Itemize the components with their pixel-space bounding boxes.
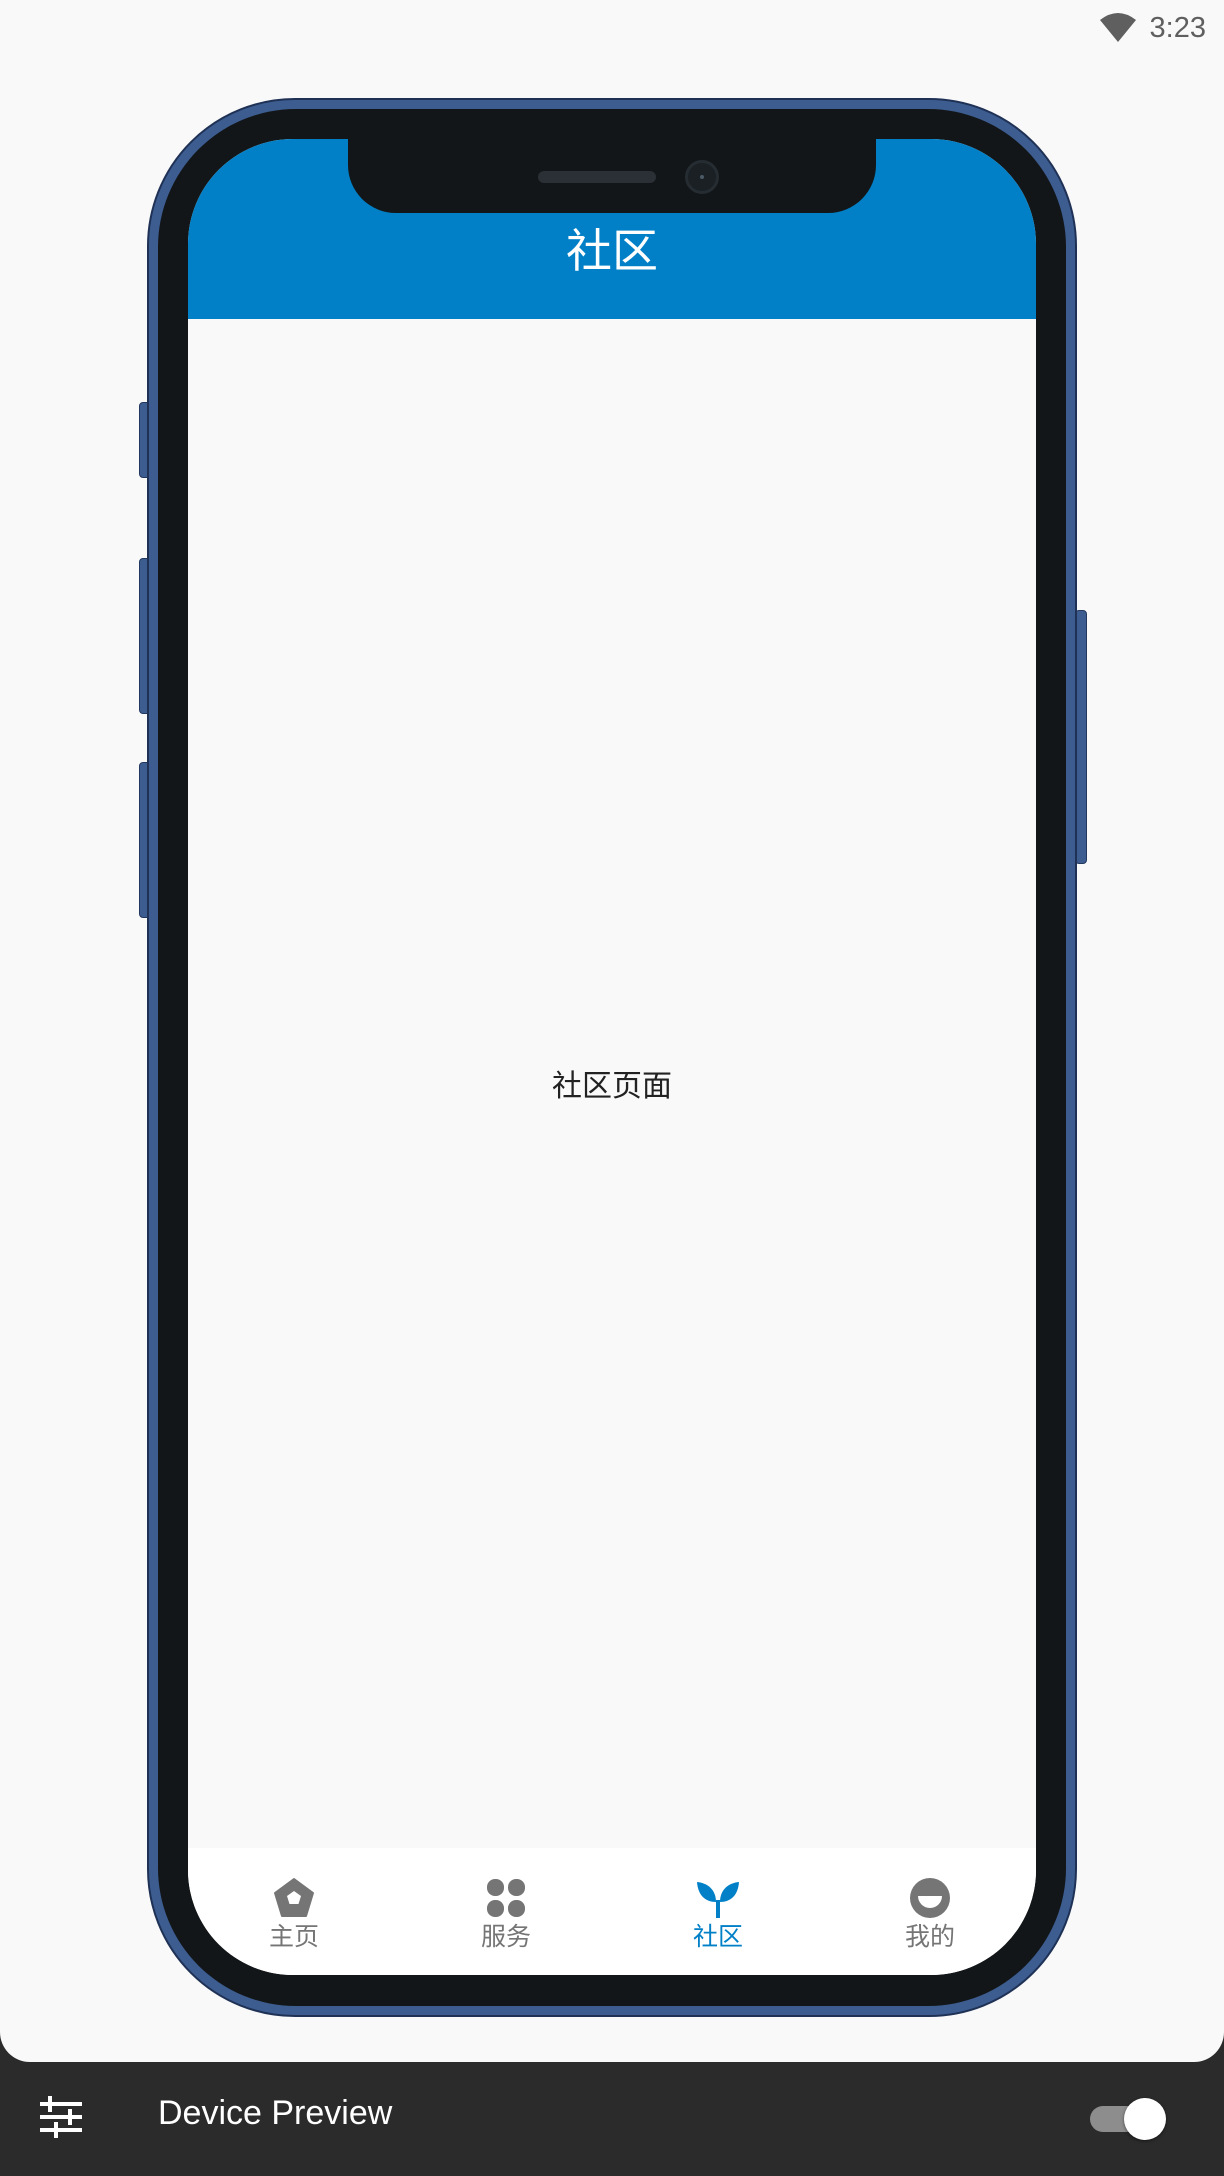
wifi-icon: [1099, 13, 1136, 42]
bottom-navigation-bar: 主页 服务 社区 我的: [188, 1848, 1036, 1975]
front-camera: [685, 160, 719, 194]
status-time: 3:23: [1149, 11, 1206, 44]
page-body-text: 社区页面: [552, 1069, 672, 1104]
phone-device-frame: 社区 社区页面 主页 服务 社区 我的: [139, 98, 1087, 2017]
sprout-icon: [697, 1882, 739, 1918]
device-preview-toggle[interactable]: [1088, 2098, 1168, 2140]
nav-label-mine: 我的: [904, 1922, 955, 1951]
toggle-knob: [1124, 2098, 1166, 2140]
page-title: 社区: [566, 224, 658, 278]
nav-item-home[interactable]: 主页: [188, 1848, 400, 1975]
nav-item-mine[interactable]: 我的: [824, 1848, 1036, 1975]
status-bar: 3:23: [1098, 8, 1206, 48]
preview-canvas: 3:23 社区 社区页面 主页 服务 社区 我的: [0, 0, 1224, 2062]
nav-label-services: 服务: [480, 1922, 531, 1951]
notch: [348, 139, 876, 213]
home-pentagon-icon: [274, 1878, 314, 1917]
nav-label-community: 社区: [692, 1922, 743, 1951]
page-body: 社区页面: [188, 319, 1036, 1847]
device-preview-title: Device Preview: [158, 2094, 393, 2132]
nav-item-community[interactable]: 社区: [612, 1848, 824, 1975]
profile-face-icon: [910, 1878, 950, 1918]
grid-clover-icon: [487, 1879, 525, 1917]
phone-screen: 社区 社区页面 主页 服务 社区 我的: [188, 139, 1036, 1975]
speaker-grille: [538, 171, 656, 183]
tune-sliders-icon[interactable]: [40, 2095, 82, 2139]
nav-label-home: 主页: [268, 1922, 319, 1951]
device-preview-toolbar: Device Preview: [0, 2062, 1224, 2176]
nav-item-services[interactable]: 服务: [400, 1848, 612, 1975]
